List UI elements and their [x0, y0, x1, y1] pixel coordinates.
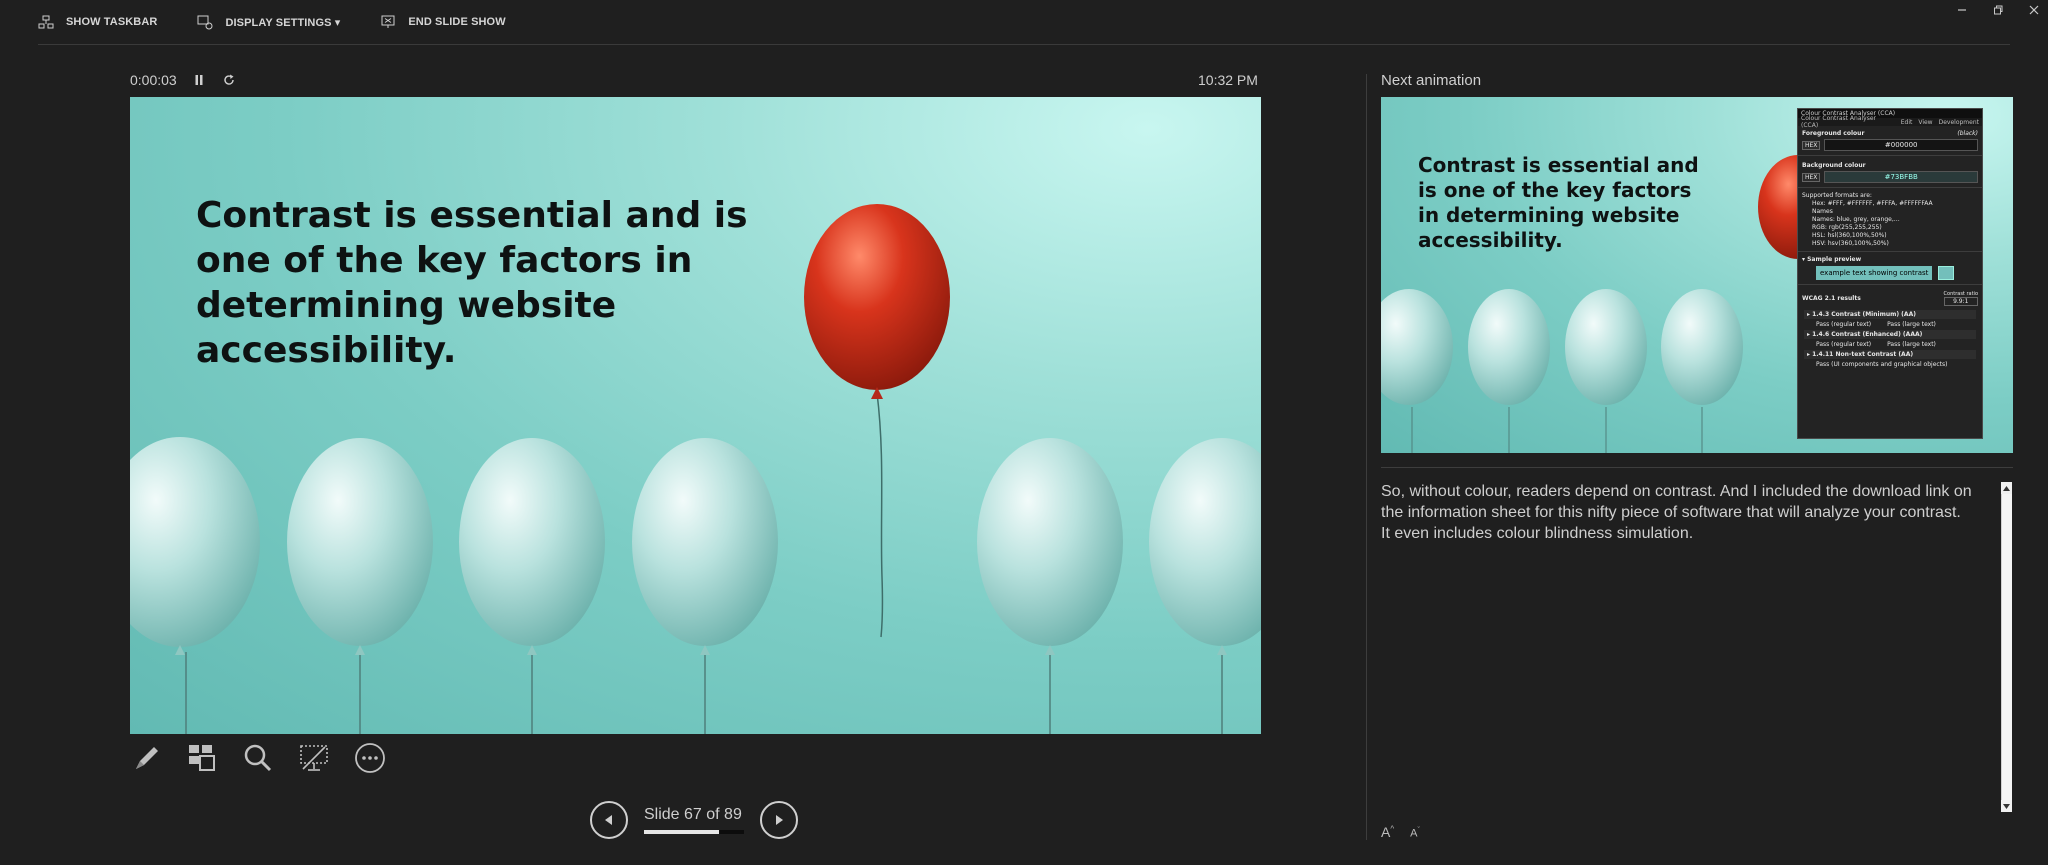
notes-line: It even includes colour blindness simula… — [1381, 525, 1694, 542]
contrast-analyser-window: Colour Contrast Analyser (CCA) Colour Co… — [1797, 108, 1983, 439]
cca-results-section: WCAG 2.1 results Contrast ratio 9.9:1 — [1798, 287, 1982, 308]
cca-format-item: HSL: hsl(360,100%,50%) — [1812, 232, 1887, 239]
show-taskbar-label: SHOW TASKBAR — [66, 16, 158, 28]
arrow-left-icon — [605, 815, 612, 825]
cca-foreground-name: (black) — [1957, 130, 1978, 137]
slide-title: Contrast is essential and is one of the … — [196, 195, 748, 371]
cca-formats-section: Supported formats are: Hex: #FFF, #FFFFF… — [1798, 190, 1982, 249]
cca-separator — [1798, 155, 1982, 156]
slide-counter-label: Slide 67 of 89 — [644, 806, 742, 823]
cca-sample-label: ▾ Sample preview — [1802, 256, 1862, 263]
cca-criterion: ▸ 1.4.3 Contrast (Minimum) (AA) — [1804, 310, 1976, 319]
black-screen-icon[interactable] — [298, 742, 330, 774]
panel-divider — [1366, 74, 1367, 840]
more-options-icon[interactable] — [354, 742, 386, 774]
cca-separator — [1798, 251, 1982, 252]
cca-menu-view: View — [1918, 118, 1933, 126]
cca-format-item: RGB: rgb(255,255,255) — [1812, 224, 1882, 231]
cca-results-label: WCAG 2.1 results — [1802, 295, 1861, 302]
current-time: 10:32 PM — [1198, 72, 1258, 88]
scroll-up-icon[interactable] — [2001, 482, 2012, 494]
next-slide-button[interactable] — [760, 801, 798, 839]
cca-background-label: Background colour — [1802, 162, 1866, 169]
display-settings-icon — [197, 15, 213, 30]
cca-background-section: Background colour HEX #73BFBB — [1798, 158, 1982, 185]
cca-pass-result: Pass (large text) — [1887, 341, 1936, 348]
cca-sample-text: example text showing contrast — [1816, 266, 1933, 280]
see-all-slides-icon[interactable] — [186, 742, 218, 774]
end-show-icon — [381, 15, 395, 28]
arrow-right-icon — [776, 815, 783, 825]
cca-menubar: Colour Contrast Analyser (CCA) Edit View… — [1798, 115, 1982, 129]
slide-progress-bar — [644, 830, 744, 834]
decrease-font-button[interactable]: Aˇ — [1410, 827, 1420, 840]
slide-counter[interactable]: Slide 67 of 89 — [644, 806, 744, 834]
notes-scrollbar[interactable] — [2001, 482, 2012, 814]
cca-sample-image-icon — [1938, 266, 1955, 280]
pen-tool-icon[interactable] — [130, 742, 162, 774]
show-taskbar-button[interactable]: SHOW TASKBAR — [38, 14, 157, 30]
cca-bg-format: HEX — [1802, 172, 1821, 182]
cca-supported-label: Supported formats are: — [1802, 192, 1872, 199]
cca-separator — [1798, 187, 1982, 188]
cca-ratio-label: Contrast ratio — [1943, 291, 1978, 297]
slide-navigation: Slide 67 of 89 — [590, 801, 798, 839]
cca-format-item: Hex: #FFF, #FFFFFF, #FFFA, #FFFFFFAA — [1812, 200, 1933, 207]
presenter-toolbar: SHOW TASKBAR DISPLAY SETTINGS ▾ END SLID… — [38, 0, 2010, 45]
display-settings-button[interactable]: DISPLAY SETTINGS ▾ — [197, 14, 340, 30]
current-slide[interactable]: Contrast is essential and is one of the … — [130, 97, 1261, 734]
cca-menu-app: Colour Contrast Analyser (CCA) — [1801, 115, 1877, 129]
cca-format-item: HSV: hsv(360,100%,50%) — [1812, 240, 1889, 247]
cca-menu-edit: Edit — [1900, 118, 1913, 126]
cca-foreground-section: Foreground colour (black) HEX #000000 — [1798, 126, 1982, 153]
cca-foreground-label: Foreground colour — [1802, 130, 1865, 137]
cca-pass-result: Pass (UI components and graphical object… — [1816, 361, 1948, 368]
slide-tools — [130, 742, 386, 774]
cca-ratio-value: 9.9:1 — [1943, 297, 1978, 306]
display-settings-label: DISPLAY SETTINGS ▾ — [225, 16, 341, 29]
cca-pass-result: Pass (regular text) — [1816, 341, 1872, 348]
cca-menu-development: Development — [1938, 118, 1979, 126]
next-slide-preview[interactable]: Contrast is essential and is one of the … — [1381, 97, 2013, 453]
cca-fg-value: #000000 — [1824, 139, 1978, 151]
cca-sample-section: ▾ Sample preview example text showing co… — [1798, 254, 1982, 282]
elapsed-time: 0:00:03 — [130, 72, 177, 88]
restart-timer-icon[interactable] — [221, 72, 237, 88]
cca-format-item: Names — [1812, 208, 1833, 215]
notes-font-controls: A^ Aˇ — [1381, 824, 1420, 840]
zoom-icon[interactable] — [242, 742, 274, 774]
cca-separator — [1798, 284, 1982, 285]
scrollbar-thumb[interactable] — [2001, 494, 2012, 800]
timer-bar: 0:00:03 — [130, 72, 237, 88]
close-icon[interactable] — [2026, 2, 2042, 18]
cca-bg-value: #73BFBB — [1824, 171, 1978, 183]
cca-pass-result: Pass (regular text) — [1816, 321, 1872, 328]
next-animation-label: Next animation — [1381, 72, 1482, 89]
slide-progress-fill — [644, 830, 719, 834]
notes-divider — [1381, 467, 2013, 468]
increase-font-button[interactable]: A^ — [1381, 824, 1394, 840]
preview-slide-title: Contrast is essential and is one of the … — [1418, 153, 1699, 252]
increase-font-label: A — [1381, 824, 1391, 840]
pause-icon[interactable] — [191, 72, 207, 88]
speaker-notes[interactable]: So, without colour, readers depend on co… — [1381, 481, 1991, 544]
end-slide-show-label: END SLIDE SHOW — [408, 16, 506, 28]
cca-criterion: ▸ 1.4.11 Non-text Contrast (AA) — [1804, 350, 1976, 359]
cca-pass-result: Pass (large text) — [1887, 321, 1936, 328]
cca-criterion: ▸ 1.4.6 Contrast (Enhanced) (AAA) — [1804, 330, 1976, 339]
end-slide-show-button[interactable]: END SLIDE SHOW — [380, 14, 506, 30]
notes-line: So, without colour, readers depend on co… — [1381, 483, 1972, 521]
cca-fg-format: HEX — [1802, 140, 1821, 150]
previous-slide-button[interactable] — [590, 801, 628, 839]
cca-format-item: Names: blue, grey, orange,… — [1812, 216, 1900, 223]
scroll-down-icon[interactable] — [2001, 800, 2012, 812]
taskbar-icon — [38, 15, 54, 29]
